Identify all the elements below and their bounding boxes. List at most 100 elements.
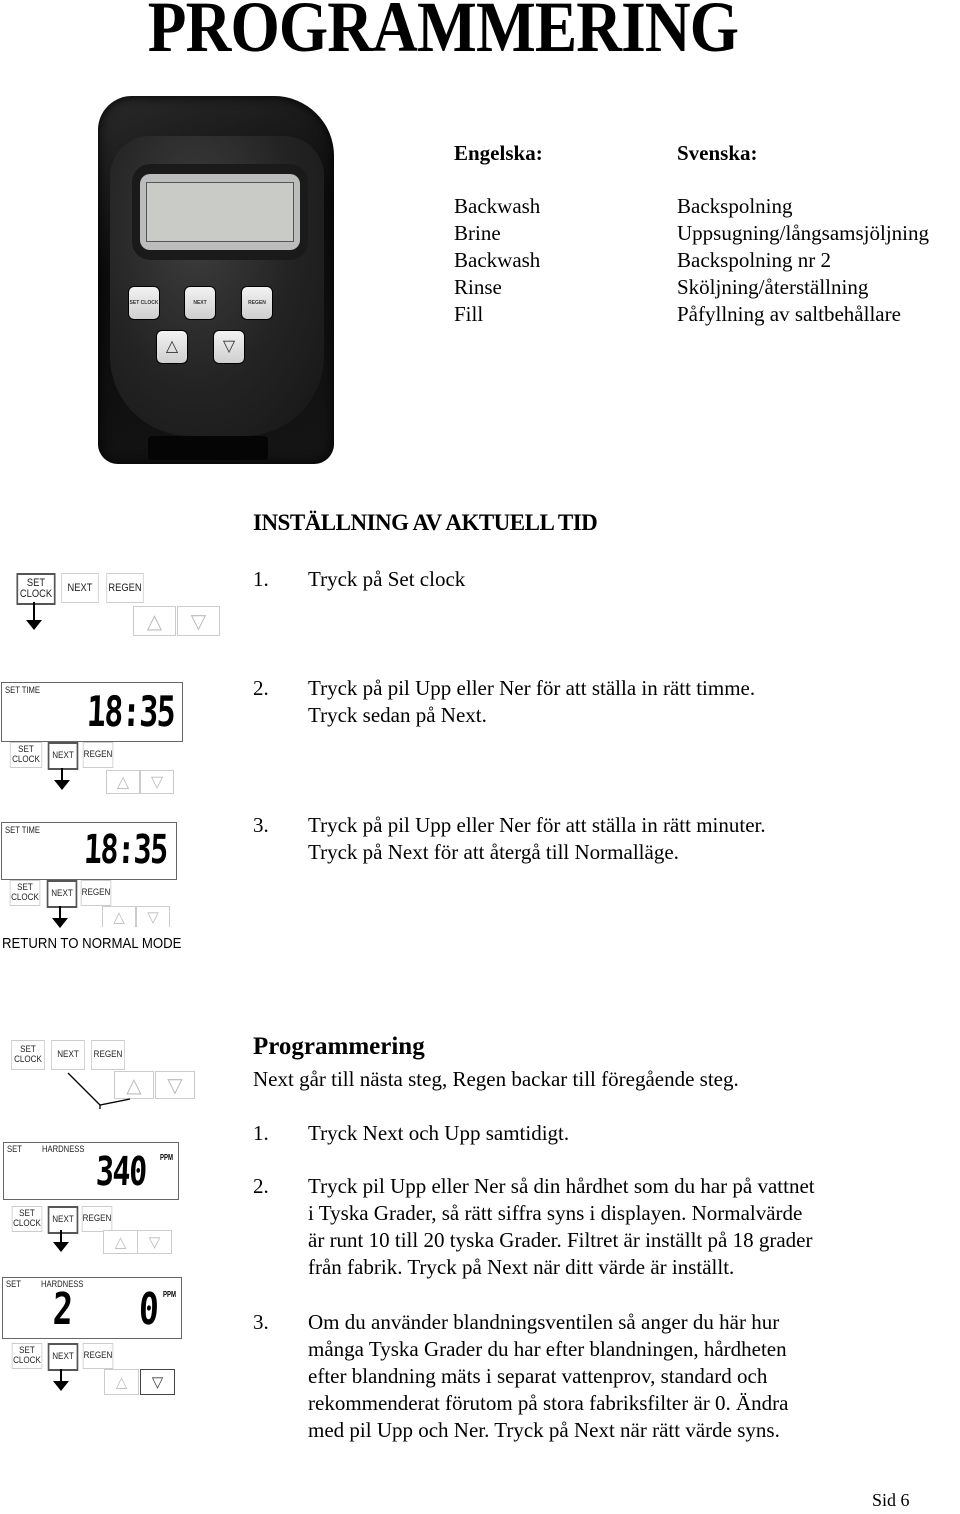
panel-diagram-hardness: SET HARDNESS 340 PPM SET CLOCK NEXT REGEN… [0, 1140, 200, 1265]
down-pointer-icon [53, 1369, 69, 1391]
regen-button: REGEN [80, 880, 112, 906]
device-up-arrow-icon: △ [156, 330, 188, 364]
clock-label: CLOCK [11, 892, 39, 903]
step-text: många Tyska Grader du har efter blandnin… [308, 1337, 787, 1361]
step-text: Tryck på pil Upp eller Ner för att ställ… [308, 676, 756, 700]
ppm-label: PPM [160, 1153, 174, 1162]
lcd-display: SET TIME 18:35 [1, 822, 177, 880]
next-button: NEXT [47, 742, 79, 770]
lcd-display: SET TIME 18:35 [1, 682, 183, 742]
panel-diagram-next-and-up: SET CLOCK NEXT REGEN △ ▽ [0, 1035, 200, 1110]
step-number: 2. [253, 676, 269, 700]
panel-diagram-set-minute: SET TIME 18:35 SET CLOCK NEXT REGEN △ ▽ R… [0, 820, 200, 960]
step-text: Tryck pil Upp eller Ner så din hårdhet s… [308, 1174, 815, 1198]
glossary-swedish-column: Backspolning Uppsugning/långsamsjöljning… [677, 193, 929, 328]
step-number: 3. [253, 813, 269, 837]
down-arrow-icon: ▽ [137, 1230, 172, 1254]
set-time-label: SET TIME [5, 685, 41, 695]
down-pointer-icon [53, 1230, 69, 1252]
set-label: SET [7, 1144, 22, 1154]
clock-label: CLOCK [12, 754, 40, 765]
next-button: NEXT [46, 880, 78, 908]
step-text: Tryck på pil Upp eller Ner för att ställ… [308, 813, 766, 837]
step-number: 1. [253, 567, 269, 591]
panel-diagram-set-clock: SET CLOCK NEXT REGEN △ ▽ [0, 560, 240, 640]
glossary-term-sv: Backspolning [677, 194, 793, 218]
set-label: SET [6, 1279, 21, 1289]
step-text: Tryck Next och Upp samtidigt. [308, 1121, 570, 1145]
up-arrow-icon: △ [106, 770, 140, 794]
step-text: efter blandning mäts i separat vattenpro… [308, 1364, 768, 1388]
step-text: rekommenderat förutom på stora fabriksfi… [308, 1391, 789, 1415]
panel-diagram-blend-hardness: SET HARDNESS 2 0 PPM SET CLOCK NEXT REGEN… [0, 1275, 200, 1400]
lcd-display: SET HARDNESS 340 PPM [3, 1142, 179, 1200]
set-clock-button: SET CLOCK [11, 1206, 43, 1232]
controller-photo: SET CLOCK NEXT REGEN △ ▽ [98, 96, 334, 464]
down-pointer-icon [54, 768, 70, 790]
step-number: 3. [253, 1310, 269, 1334]
glossary-term-en: Backwash [454, 194, 541, 218]
up-arrow-icon: △ [133, 606, 176, 636]
lcd-screen [146, 182, 294, 242]
regen-button: REGEN [106, 573, 144, 603]
device-next-button: NEXT [184, 286, 216, 320]
time-readout: 18:35 [86, 687, 176, 736]
up-arrow-icon: △ [103, 1230, 138, 1254]
step-number: 2. [253, 1174, 269, 1198]
step-text: Tryck sedan på Next. [308, 703, 487, 727]
step-text: från fabrik. Tryck på Next när ditt värd… [308, 1255, 735, 1279]
glossary-term-sv: Backspolning nr 2 [677, 248, 831, 272]
set-time-label: SET TIME [5, 825, 41, 835]
clock-label: CLOCK [19, 588, 53, 600]
set-clock-button: SET CLOCK [9, 880, 41, 906]
down-arrow-icon: ▽ [177, 606, 220, 636]
up-arrow-icon: △ [102, 906, 136, 927]
hardness-readout: 340 [95, 1149, 147, 1195]
glossary-term-en: Fill [454, 302, 484, 326]
connector-lines [67, 1072, 131, 1109]
next-button: NEXT [47, 1206, 79, 1234]
up-arrow-icon: △ [104, 1369, 139, 1395]
regen-button: REGEN [81, 1206, 113, 1232]
glossary-header-swedish: Svenska: [677, 141, 758, 165]
glossary-term-sv: Sköljning/återställning [677, 275, 869, 299]
blend-left-readout: 2 [51, 1284, 73, 1335]
device-set-clock-button: SET CLOCK [128, 286, 160, 320]
page-title: PROGRAMMERING [147, 0, 739, 67]
next-button: NEXT [47, 1343, 79, 1371]
device-regen-button: REGEN [241, 286, 273, 320]
lcd-display: SET HARDNESS 2 0 PPM [2, 1277, 182, 1339]
blend-right-readout: 0 [137, 1284, 159, 1335]
time-section-heading: INSTÄLLNING AV AKTUELL TID [253, 510, 598, 535]
ppm-label: PPM [163, 1290, 177, 1299]
set-clock-button: SET CLOCK [11, 1343, 43, 1369]
page-number: Sid 6 [872, 1490, 910, 1510]
next-button: NEXT [61, 573, 99, 603]
device-down-arrow-icon: ▽ [213, 330, 245, 364]
glossary-english-column: Backwash Brine Backwash Rinse Fill [454, 193, 540, 328]
set-clock-button: SET CLOCK [16, 573, 56, 605]
down-pointer-icon [52, 906, 68, 928]
down-arrow-icon: ▽ [140, 770, 174, 794]
step-text: Tryck på Next för att återgå till Normal… [308, 840, 679, 864]
glossary-header-english: Engelska: [454, 141, 543, 165]
hardness-label: HARDNESS [42, 1144, 85, 1154]
step-text: Tryck på Set clock [308, 567, 466, 591]
step-text: är runt 10 till 20 tyska Grader. Filtret… [308, 1228, 813, 1252]
glossary-term-sv: Påfyllning av saltbehållare [677, 302, 901, 326]
down-pointer-icon [26, 602, 42, 630]
clock-label: CLOCK [13, 1355, 41, 1366]
step-text: Om du använder blandningsventilen så ang… [308, 1310, 780, 1334]
glossary-term-en: Brine [454, 221, 501, 245]
set-clock-button: SET CLOCK [9, 742, 43, 768]
regen-button: REGEN [82, 1343, 114, 1369]
return-to-normal-label: RETURN TO NORMAL MODE [2, 935, 182, 952]
programming-intro: Next går till nästa steg, Regen backar t… [253, 1067, 739, 1091]
controller-base [148, 436, 268, 460]
step-text: i Tyska Grader, så rätt siffra syns i di… [308, 1201, 803, 1225]
time-readout: 18:35 [83, 827, 168, 873]
regen-button: REGEN [82, 742, 114, 768]
clock-label: CLOCK [13, 1218, 41, 1229]
glossary-term-en: Rinse [454, 275, 502, 299]
glossary-term-en: Backwash [454, 248, 541, 272]
